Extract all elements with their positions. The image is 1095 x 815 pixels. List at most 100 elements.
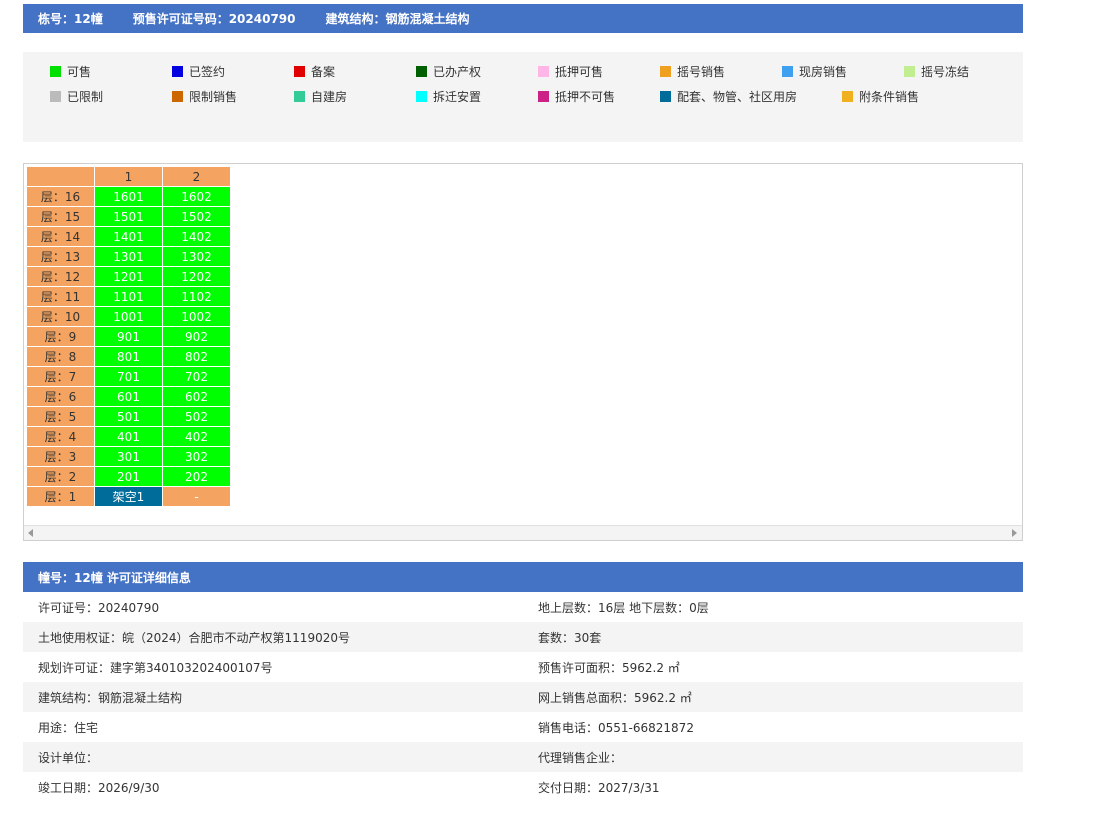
- floor-label: 层：16: [26, 186, 95, 207]
- unit-cell[interactable]: 702: [162, 366, 231, 387]
- grid-row: 层：11 1101 1102: [26, 286, 231, 307]
- legend-item: 已限制: [50, 88, 103, 105]
- floor-label: 层：12: [26, 266, 95, 287]
- scroll-right-icon[interactable]: [1012, 529, 1017, 537]
- unit-cell[interactable]: 1102: [162, 286, 231, 307]
- detail-left-value: 土地使用权证：皖（2024）合肥市不动产权第1119020号: [38, 630, 350, 645]
- unit-cell[interactable]: 302: [162, 446, 231, 467]
- legend-item: 抵押可售: [538, 63, 603, 80]
- floor-label: 层：11: [26, 286, 95, 307]
- grid-row: 层：6 601 602: [26, 386, 231, 407]
- detail-right-value: 套数：30套: [538, 630, 602, 645]
- building-header-bar: 栋号：12幢 预售许可证号码：20240790 建筑结构：钢筋混凝土结构: [23, 4, 1023, 33]
- detail-row: 许可证号：20240790 地上层数：16层 地下层数：0层: [23, 592, 1023, 622]
- grid-row: 层：3 301 302: [26, 446, 231, 467]
- legend-swatch: [294, 91, 305, 102]
- unit-cell[interactable]: 1201: [94, 266, 163, 287]
- legend-item: 摇号冻结: [904, 63, 969, 80]
- legend-swatch: [50, 66, 61, 77]
- legend-label: 抵押不可售: [555, 90, 616, 104]
- legend-label: 附条件销售: [859, 90, 920, 104]
- legend-swatch: [172, 66, 183, 77]
- unit-cell[interactable]: 架空1: [94, 486, 163, 507]
- horizontal-scrollbar[interactable]: [24, 525, 1022, 540]
- legend-swatch: [660, 91, 671, 102]
- grid-row: 层：15 1501 1502: [26, 206, 231, 227]
- floor-label: 层：5: [26, 406, 95, 427]
- floor-label: 层：4: [26, 426, 95, 447]
- legend-item: 备案: [294, 63, 335, 80]
- detail-row: 建筑结构：钢筋混凝土结构 网上销售总面积：5962.2 ㎡: [23, 682, 1023, 712]
- grid-row: 层：9 901 902: [26, 326, 231, 347]
- legend-swatch: [660, 66, 671, 77]
- legend-item: 抵押不可售: [538, 88, 615, 105]
- legend-label: 已办产权: [433, 65, 482, 79]
- legend-label: 摇号冻结: [921, 65, 970, 79]
- legend-label: 已签约: [189, 65, 226, 79]
- unit-cell[interactable]: 802: [162, 346, 231, 367]
- presale-permit-number: 预售许可证号码：20240790: [132, 12, 296, 26]
- floor-label: 层：10: [26, 306, 95, 327]
- unit-cell[interactable]: 502: [162, 406, 231, 427]
- legend-swatch: [842, 91, 853, 102]
- legend-label: 拆迁安置: [433, 90, 482, 104]
- legend-swatch: [904, 66, 915, 77]
- unit-cell[interactable]: 901: [94, 326, 163, 347]
- unit-cell[interactable]: 1602: [162, 186, 231, 207]
- unit-cell[interactable]: 1001: [94, 306, 163, 327]
- unit-grid-panel[interactable]: 1 2 层：16 1601 1602 层：15 1501 1502 层：14 1401 1402 层：…: [23, 163, 1023, 541]
- legend-item: 自建房: [294, 88, 347, 105]
- detail-right-value: 代理销售企业：: [538, 750, 623, 765]
- grid-row: 层：10 1001 1002: [26, 306, 231, 327]
- unit-cell[interactable]: 501: [94, 406, 163, 427]
- status-legend: 可售 已签约 备案 已办产权 抵押可售 摇号销售 现房销售 摇号冻结 已限制 限制销售 自建房 拆迁安…: [23, 52, 1023, 142]
- unit-cell[interactable]: 1101: [94, 286, 163, 307]
- floor-label: 层：2: [26, 466, 95, 487]
- unit-cell[interactable]: 401: [94, 426, 163, 447]
- grid-column-header: 2: [162, 166, 231, 187]
- legend-label: 限制销售: [189, 90, 238, 104]
- detail-right-value: 预售许可面积：5962.2 ㎡: [538, 660, 680, 675]
- legend-item: 附条件销售: [842, 88, 919, 105]
- detail-left-value: 用途：住宅: [38, 720, 99, 735]
- legend-swatch: [782, 66, 793, 77]
- grid-row: 层：8 801 802: [26, 346, 231, 367]
- unit-cell[interactable]: 902: [162, 326, 231, 347]
- unit-cell[interactable]: 402: [162, 426, 231, 447]
- unit-cell[interactable]: 1002: [162, 306, 231, 327]
- permit-detail-header: 幢号：12幢 许可证详细信息: [23, 562, 1023, 592]
- detail-left-value: 建筑结构：钢筋混凝土结构: [38, 690, 183, 705]
- unit-cell[interactable]: 801: [94, 346, 163, 367]
- unit-cell[interactable]: 1501: [94, 206, 163, 227]
- building-number: 栋号：12幢: [38, 12, 103, 26]
- unit-cell[interactable]: 1401: [94, 226, 163, 247]
- detail-row: 规划许可证：建字第340103202400107号 预售许可面积：5962.2 ㎡: [23, 652, 1023, 682]
- unit-cell[interactable]: 601: [94, 386, 163, 407]
- unit-cell[interactable]: 602: [162, 386, 231, 407]
- grid-column-header: 1: [94, 166, 163, 187]
- unit-cell[interactable]: 1202: [162, 266, 231, 287]
- unit-cell[interactable]: 1402: [162, 226, 231, 247]
- unit-cell[interactable]: 701: [94, 366, 163, 387]
- unit-cell[interactable]: 202: [162, 466, 231, 487]
- scroll-left-icon[interactable]: [28, 529, 33, 537]
- unit-cell[interactable]: 301: [94, 446, 163, 467]
- legend-label: 配套、物管、社区用房: [677, 90, 798, 104]
- grid-row: 层：13 1301 1302: [26, 246, 231, 267]
- detail-right-value: 地上层数：16层 地下层数：0层: [538, 600, 709, 615]
- unit-cell[interactable]: 1601: [94, 186, 163, 207]
- unit-cell[interactable]: 1302: [162, 246, 231, 267]
- unit-cell: -: [162, 486, 231, 507]
- floor-label: 层：9: [26, 326, 95, 347]
- detail-row: 竣工日期：2026/9/30 交付日期：2027/3/31: [23, 772, 1023, 802]
- unit-cell[interactable]: 201: [94, 466, 163, 487]
- detail-left-value: 许可证号：20240790: [38, 600, 160, 615]
- detail-left-value: 规划许可证：建字第340103202400107号: [38, 660, 273, 675]
- grid-row: 层：14 1401 1402: [26, 226, 231, 247]
- grid-corner-header: [26, 166, 95, 187]
- grid-row: 层：5 501 502: [26, 406, 231, 427]
- unit-cell[interactable]: 1502: [162, 206, 231, 227]
- legend-label: 备案: [311, 65, 336, 79]
- unit-cell[interactable]: 1301: [94, 246, 163, 267]
- building-structure: 建筑结构：钢筋混凝土结构: [325, 12, 470, 26]
